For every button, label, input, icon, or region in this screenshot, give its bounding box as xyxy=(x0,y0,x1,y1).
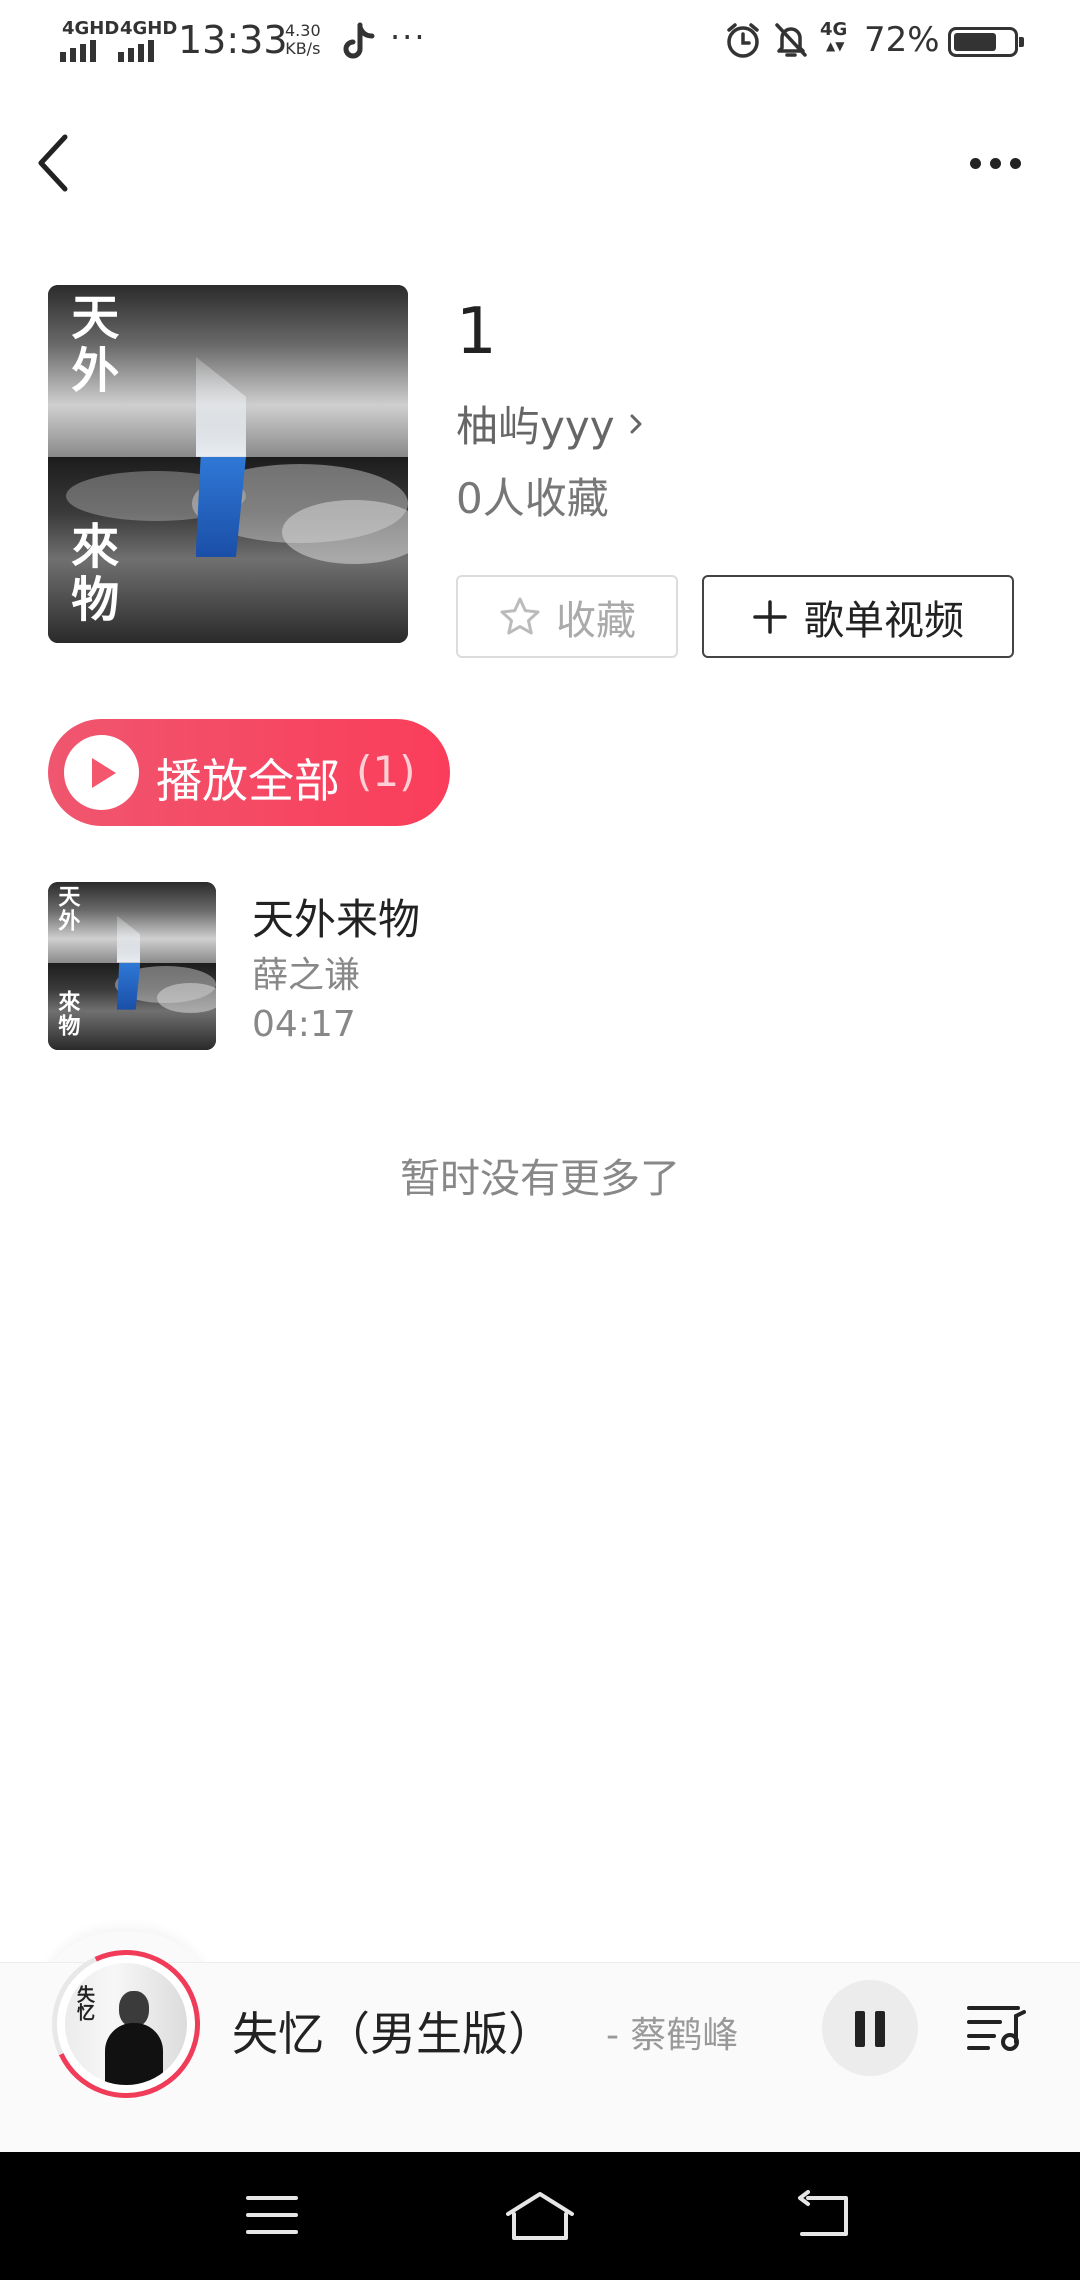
net-speed: 4.30 KB/s xyxy=(285,22,321,58)
play-all-count: (1) xyxy=(356,747,416,796)
now-playing-cover-text: 失忆 xyxy=(74,1985,95,2021)
back-icon xyxy=(38,134,68,192)
creator-name: 柚屿yyy xyxy=(456,402,615,451)
playlist-icon[interactable] xyxy=(966,2002,1026,2052)
battery-percent: 72% xyxy=(864,20,940,60)
play-icon xyxy=(64,735,139,810)
pause-icon xyxy=(855,2011,865,2047)
menu-icon[interactable] xyxy=(244,2190,300,2240)
sim2-label: 4GHD xyxy=(120,18,178,39)
back-nav-icon[interactable] xyxy=(794,2190,854,2240)
thumb-text-bottom: 來物 xyxy=(54,989,81,1038)
network-arrows: ▲▼ xyxy=(826,39,845,53)
song-duration: 04:17 xyxy=(252,1004,356,1045)
bell-off-icon xyxy=(775,23,807,57)
alarm-icon xyxy=(727,23,759,58)
status-more: ··· xyxy=(390,18,427,56)
song-thumbnail: 天外 來物 xyxy=(48,882,216,1050)
plus-icon xyxy=(753,599,787,634)
network-type: 4G ▲▼ xyxy=(820,19,848,53)
more-icon xyxy=(969,157,981,169)
pause-button[interactable] xyxy=(822,1980,918,2076)
clock: 13:33 xyxy=(178,18,288,62)
playlist-title: 1 xyxy=(456,295,497,369)
creator-link[interactable]: 柚屿yyy xyxy=(456,393,643,454)
song-name: 天外来物 xyxy=(252,895,421,944)
collect-count: 0人收藏 xyxy=(456,474,609,523)
tiktok-icon xyxy=(343,22,375,59)
cover-text-top: 天外 xyxy=(62,292,119,398)
play-all-label: 播放全部 xyxy=(156,754,340,808)
chevron-right-icon xyxy=(630,414,642,433)
cover-text-bottom: 來物 xyxy=(62,521,119,627)
playlist-video-button[interactable]: 歌单视频 xyxy=(702,575,1014,658)
system-nav-bar xyxy=(0,2152,1080,2280)
star-icon xyxy=(500,597,540,634)
play-all-button[interactable]: 播放全部 (1) xyxy=(48,719,450,826)
now-playing-artist: - 蔡鹤峰 xyxy=(606,2015,739,2056)
now-playing-title[interactable]: 失忆（男生版） xyxy=(232,1998,554,2064)
net-speed-value: 4.30 xyxy=(285,21,321,40)
network-label: 4G xyxy=(820,19,848,40)
net-speed-unit: KB/s xyxy=(285,39,321,58)
battery-icon xyxy=(948,27,1024,57)
battery-fill xyxy=(954,33,996,51)
home-icon[interactable] xyxy=(504,2190,576,2242)
thumb-text-top: 天外 xyxy=(54,885,81,934)
no-more-text: 暂时没有更多了 xyxy=(400,1156,680,1202)
back-button[interactable] xyxy=(28,128,78,198)
cover-art: 天外 來物 xyxy=(48,285,408,643)
collect-button[interactable]: 收藏 xyxy=(456,575,678,658)
now-playing-disc[interactable]: 失忆 xyxy=(31,1929,221,2119)
song-artist: 薛之谦 xyxy=(252,955,361,996)
video-label: 歌单视频 xyxy=(804,597,964,644)
status-bar: 4GHD 4GHD 13:33 4.30 KB/s ··· 4G ▲▼ 72% xyxy=(0,0,1080,84)
collect-label: 收藏 xyxy=(556,597,636,644)
more-button[interactable] xyxy=(960,138,1030,188)
sim1-label: 4GHD xyxy=(62,18,120,39)
playlist-cover[interactable]: 天外 來物 xyxy=(48,285,408,643)
now-playing-cover: 失忆 xyxy=(65,1963,187,2085)
